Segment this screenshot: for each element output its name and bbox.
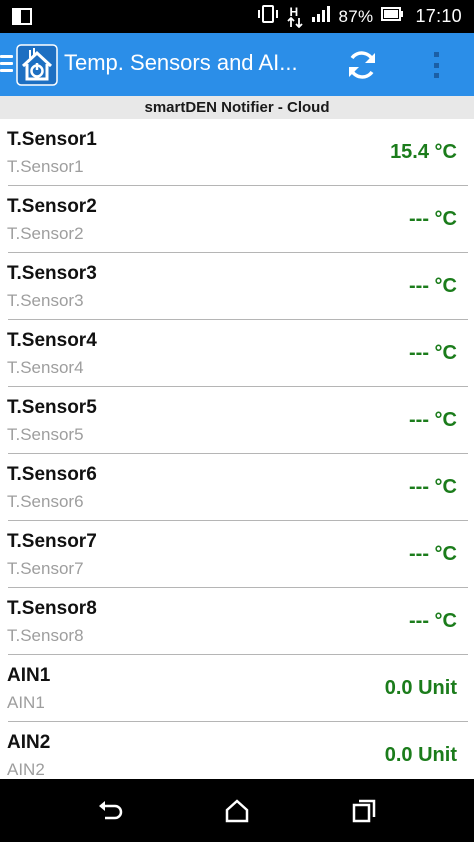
back-icon[interactable] xyxy=(97,798,123,824)
list-item[interactable]: T.Sensor8 T.Sensor8 --- °C xyxy=(0,588,474,655)
item-name: T.Sensor2 xyxy=(7,196,97,217)
item-value: 0.0 Unit xyxy=(384,744,457,766)
recent-apps-icon[interactable] xyxy=(351,798,377,824)
item-name: T.Sensor3 xyxy=(7,263,97,284)
item-subtitle: T.Sensor2 xyxy=(7,224,84,243)
navigation-bar xyxy=(0,779,474,842)
screen-mirror-icon xyxy=(12,8,32,30)
app-logo-icon[interactable] xyxy=(16,44,58,86)
status-icons: H 87% 17:10 xyxy=(257,0,474,33)
item-name: T.Sensor1 xyxy=(7,129,97,150)
list-item[interactable]: T.Sensor5 T.Sensor5 --- °C xyxy=(0,387,474,454)
item-subtitle: T.Sensor7 xyxy=(7,559,84,578)
item-subtitle: T.Sensor6 xyxy=(7,492,84,511)
item-value: --- °C xyxy=(409,409,457,431)
item-subtitle: T.Sensor5 xyxy=(7,425,84,444)
data-transfer-icon: H xyxy=(286,5,303,28)
status-bar: H 87% 17:10 xyxy=(0,0,474,33)
item-name: T.Sensor5 xyxy=(7,397,97,418)
item-name: AIN1 xyxy=(7,665,51,686)
sensor-list[interactable]: T.Sensor1 T.Sensor1 15.4 °C T.Sensor2 T.… xyxy=(0,119,474,779)
list-item[interactable]: T.Sensor1 T.Sensor1 15.4 °C xyxy=(0,119,474,186)
connection-subheader: smartDEN Notifier - Cloud xyxy=(0,96,474,119)
item-name: T.Sensor8 xyxy=(7,598,97,619)
item-value: --- °C xyxy=(409,543,457,565)
list-item[interactable]: T.Sensor4 T.Sensor4 --- °C xyxy=(0,320,474,387)
item-subtitle: T.Sensor4 xyxy=(7,358,84,377)
list-item[interactable]: T.Sensor7 T.Sensor7 --- °C xyxy=(0,521,474,588)
vibrate-icon xyxy=(257,5,279,28)
item-name: T.Sensor4 xyxy=(7,330,97,351)
item-value: --- °C xyxy=(409,342,457,364)
item-name: T.Sensor6 xyxy=(7,464,97,485)
list-item[interactable]: T.Sensor3 T.Sensor3 --- °C xyxy=(0,253,474,320)
list-item[interactable]: AIN2 AIN2 0.0 Unit xyxy=(0,722,474,779)
battery-percent: 87% xyxy=(338,6,374,26)
status-time: 17:10 xyxy=(415,6,462,26)
item-subtitle: AIN1 xyxy=(7,693,45,712)
item-name: AIN2 xyxy=(7,732,51,753)
item-subtitle: AIN2 xyxy=(7,760,45,779)
app-bar: Temp. Sensors and AI... xyxy=(0,33,474,96)
item-value: 0.0 Unit xyxy=(384,677,457,699)
item-name: T.Sensor7 xyxy=(7,531,97,552)
list-item[interactable]: T.Sensor2 T.Sensor2 --- °C xyxy=(0,186,474,253)
list-item[interactable]: AIN1 AIN1 0.0 Unit xyxy=(0,655,474,722)
item-subtitle: T.Sensor8 xyxy=(7,626,84,645)
list-item[interactable]: T.Sensor6 T.Sensor6 --- °C xyxy=(0,454,474,521)
page-title: Temp. Sensors and AI... xyxy=(64,50,298,75)
refresh-icon[interactable] xyxy=(344,47,380,83)
item-value: 15.4 °C xyxy=(390,141,457,163)
home-icon[interactable] xyxy=(224,798,250,824)
item-value: --- °C xyxy=(409,208,457,230)
overflow-menu-icon[interactable] xyxy=(426,49,446,81)
item-subtitle: T.Sensor1 xyxy=(7,157,84,176)
item-subtitle: T.Sensor3 xyxy=(7,291,84,310)
item-value: --- °C xyxy=(409,275,457,297)
menu-icon[interactable] xyxy=(0,55,14,73)
item-value: --- °C xyxy=(409,476,457,498)
signal-icon xyxy=(311,6,331,27)
battery-icon xyxy=(381,7,404,26)
item-value: --- °C xyxy=(409,610,457,632)
